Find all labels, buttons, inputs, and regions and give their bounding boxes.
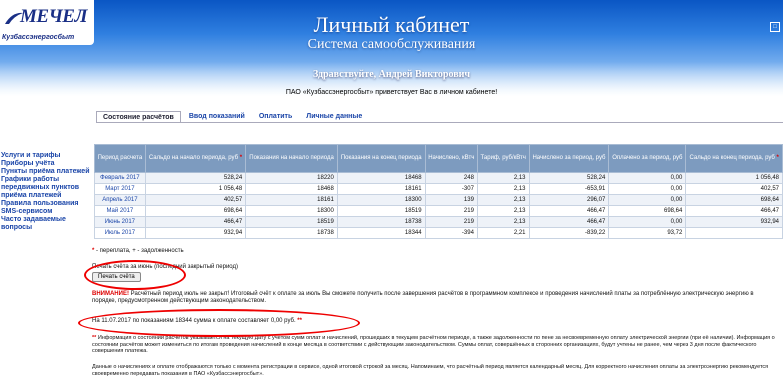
cell: 18161 — [245, 194, 338, 206]
col-reading-end: Показания на конец периода — [336, 144, 426, 173]
page-title: Личный кабинет — [313, 12, 470, 37]
cell: 466,47 — [144, 216, 247, 228]
cell: 139 — [424, 194, 478, 206]
col-paid: Оплачено за период, руб — [608, 144, 687, 173]
cell: 18344 — [336, 227, 426, 239]
cell: 0,00 — [608, 172, 687, 184]
table-row: Февраль 2017 528,24 18220 18468 248 2,13… — [94, 172, 783, 184]
cell: 18161 — [336, 183, 426, 195]
col-tariff: Тариф, руб/кВтч — [476, 144, 530, 173]
page-subtitle: Система самообслуживания — [307, 37, 476, 52]
table-legend: * - переплата, + - задолженность — [92, 248, 184, 254]
period-link[interactable]: Май 2017 — [94, 205, 146, 217]
sidebar-item-sms-rules[interactable]: Правила пользования SMS-сервисом — [1, 200, 91, 216]
tab-divider — [96, 122, 783, 123]
table-header-row: Период расчета Сальдо на начало периода,… — [94, 144, 783, 173]
cell: 219 — [424, 216, 478, 228]
cell: -394 — [424, 227, 478, 239]
cell: 466,47 — [685, 205, 783, 217]
header-banner: МЕЧЕЛ Кузбассэнергосбыт Личный кабинет С… — [0, 0, 783, 96]
warning-message: ВНИМАНИЕ! Расчётный период июль не закры… — [92, 291, 754, 304]
cell: 1 056,48 — [685, 172, 783, 184]
cell: 528,24 — [528, 172, 610, 184]
cell: 698,64 — [608, 205, 687, 217]
cell: 2,21 — [476, 227, 530, 239]
sidebar: Услуги и тарифы Приборы учёта Пункты при… — [1, 152, 91, 232]
cell: 698,64 — [144, 205, 247, 217]
period-link[interactable]: Июнь 2017 — [94, 216, 146, 228]
period-link[interactable]: Июль 2017 — [94, 227, 146, 239]
cell: 93,72 — [608, 227, 687, 239]
col-balance-end: Сальдо на конец периода, руб * — [685, 144, 783, 173]
print-label: Печать счёта за июнь (последний закрытый… — [92, 264, 239, 270]
cell: 18300 — [245, 205, 338, 217]
window-icon[interactable]: □ — [770, 22, 780, 32]
cell: 0,00 — [608, 183, 687, 195]
table-row: Май 2017 698,64 18300 18519 219 2,13 466… — [94, 205, 783, 217]
period-link[interactable]: Февраль 2017 — [94, 172, 146, 184]
col-balance-start: Сальдо на начало периода, руб * — [144, 144, 247, 173]
cell: 18519 — [336, 205, 426, 217]
sidebar-item-faq[interactable]: Часто задаваемые вопросы — [1, 216, 91, 232]
cell: 18220 — [245, 172, 338, 184]
settlements-table: Период расчета Сальдо на начало периода,… — [94, 144, 783, 239]
cell: 2,13 — [476, 205, 530, 217]
cell: 18468 — [245, 183, 338, 195]
cell: 0,00 — [608, 216, 687, 228]
sidebar-item-services[interactable]: Услуги и тарифы — [1, 152, 91, 160]
tab-bar: Состояние расчётов Ввод показаний Оплати… — [96, 111, 370, 123]
cell: 2,13 — [476, 172, 530, 184]
period-link[interactable]: Март 2017 — [94, 183, 146, 195]
cell: 219 — [424, 205, 478, 217]
cell: -307 — [424, 183, 478, 195]
sidebar-item-mobile-schedule[interactable]: Графики работы передвижных пунктов приём… — [1, 176, 91, 200]
col-period: Период расчета — [94, 144, 146, 173]
table-row: Март 2017 1 056,48 18468 18161 -307 2,13… — [94, 183, 783, 195]
tab-pay[interactable]: Оплатить — [253, 111, 298, 122]
cell: 402,57 — [685, 183, 783, 195]
cell: -653,91 — [528, 183, 610, 195]
cell: 0,00 — [608, 194, 687, 206]
cell: 18738 — [245, 227, 338, 239]
col-charged: Начислено за период, руб — [528, 144, 610, 173]
cell — [685, 227, 783, 239]
col-kwh: Начислено, кВтч — [424, 144, 478, 173]
user-greeting: Здравствуйте, Андрей Викторович — [312, 69, 471, 80]
cell: 2,13 — [476, 216, 530, 228]
col-reading-start: Показания на начало периода — [245, 144, 338, 173]
cell: 18519 — [245, 216, 338, 228]
cell: -839,22 — [528, 227, 610, 239]
info-note: ** Информация о состоянии расчётов указы… — [92, 335, 775, 354]
sidebar-item-payment-points[interactable]: Пункты приёма платежей — [1, 168, 91, 176]
table-row: Апрель 2017 402,57 18161 18300 139 2,13 … — [94, 194, 783, 206]
payment-summary: На 11.07.2017 по показаниям 18344 сумма … — [92, 318, 302, 324]
cell: 18468 — [336, 172, 426, 184]
cell: 402,57 — [144, 194, 247, 206]
cell: 18738 — [336, 216, 426, 228]
cell: 932,94 — [685, 216, 783, 228]
table-row: Июль 2017 932,94 18738 18344 -394 2,21 -… — [94, 227, 783, 239]
sidebar-item-meters[interactable]: Приборы учёта — [1, 160, 91, 168]
cell: 698,64 — [685, 194, 783, 206]
tab-meter-readings[interactable]: Ввод показаний — [183, 111, 251, 122]
print-invoice-button[interactable]: Печать счёта — [92, 272, 141, 282]
cell: 1 056,48 — [144, 183, 247, 195]
cell: 296,07 — [528, 194, 610, 206]
table-row: Июнь 2017 466,47 18519 18738 219 2,13 46… — [94, 216, 783, 228]
cell: 466,47 — [528, 216, 610, 228]
cell: 2,13 — [476, 194, 530, 206]
info-note-2: Данные о начислениях и оплате отображают… — [92, 364, 769, 377]
cell: 466,47 — [528, 205, 610, 217]
cell: 2,13 — [476, 183, 530, 195]
welcome-message: ПАО «Кузбассэнергосбыт» приветствует Вас… — [285, 89, 498, 96]
tab-personal-data[interactable]: Личные данные — [300, 111, 368, 122]
period-link[interactable]: Апрель 2017 — [94, 194, 146, 206]
cell: 528,24 — [144, 172, 247, 184]
cell: 18300 — [336, 194, 426, 206]
cell: 932,94 — [144, 227, 247, 239]
cell: 248 — [424, 172, 478, 184]
